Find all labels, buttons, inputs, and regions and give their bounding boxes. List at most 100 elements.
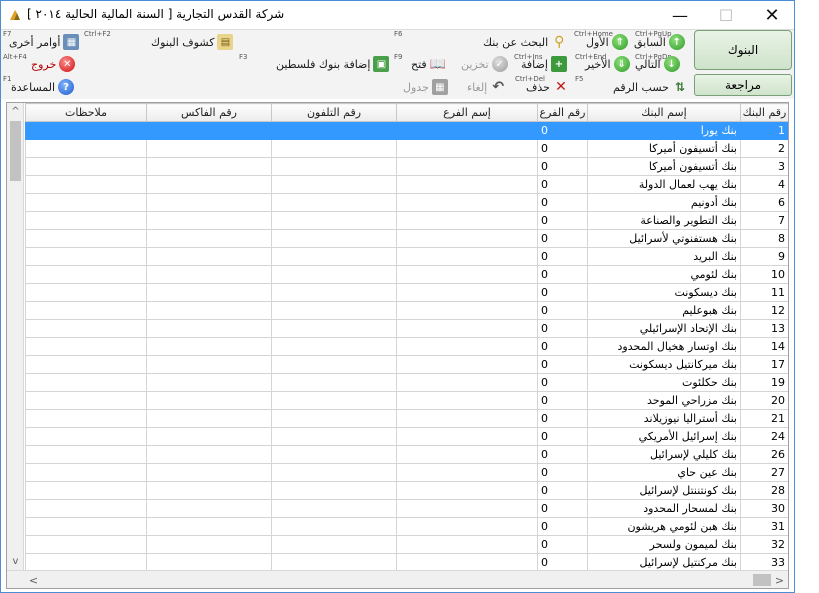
notes-cell[interactable] [25, 463, 147, 482]
notes-cell[interactable] [25, 553, 147, 572]
fax-cell[interactable] [146, 157, 272, 176]
bank-name-cell[interactable]: بنك هستفنوتي لأسرائيل [587, 229, 741, 248]
fax-cell[interactable] [146, 391, 272, 410]
maximize-button[interactable]: ☐ [703, 1, 749, 29]
horizontal-scrollbar[interactable]: < > [7, 570, 788, 588]
branch-name-cell[interactable] [396, 301, 538, 320]
bank-name-cell[interactable]: بنك هبن لئومي هريشون [587, 517, 741, 536]
bank-number-cell[interactable]: 7 [740, 211, 788, 230]
branch-name-cell[interactable] [396, 409, 538, 428]
bank-number-cell[interactable]: 10 [740, 265, 788, 284]
notes-cell[interactable] [25, 139, 147, 158]
fax-cell[interactable] [146, 337, 272, 356]
add-palestine-banks-button[interactable]: ▣ إضافة بنوك فلسطين [276, 54, 390, 74]
branch-name-cell[interactable] [396, 445, 538, 464]
phone-cell[interactable] [271, 391, 397, 410]
branch-number-cell[interactable]: 0 [537, 247, 588, 266]
branch-name-cell[interactable] [396, 535, 538, 554]
branch-name-cell[interactable] [396, 391, 538, 410]
branch-number-cell[interactable]: 0 [537, 211, 588, 230]
vertical-scroll-thumb[interactable] [10, 121, 21, 181]
table-row[interactable]: 27 بنك عين حاي 0 [25, 463, 788, 482]
bank-number-cell[interactable]: 13 [740, 319, 788, 338]
fax-cell[interactable] [146, 175, 272, 194]
notes-cell[interactable] [25, 517, 147, 536]
branch-name-cell[interactable] [396, 481, 538, 500]
branch-number-cell[interactable]: 0 [537, 535, 588, 554]
table-row[interactable]: 31 بنك هبن لئومي هريشون 0 [25, 517, 788, 536]
bank-number-cell[interactable]: 14 [740, 337, 788, 356]
phone-cell[interactable] [271, 355, 397, 374]
branch-name-cell[interactable] [396, 463, 538, 482]
table-row[interactable]: 2 بنك أتسيفون أميركا 0 [25, 139, 788, 158]
table-row[interactable]: 6 بنك أدونيم 0 [25, 193, 788, 212]
table-row[interactable]: 30 بنك لمسحار المحدود 0 [25, 499, 788, 518]
delete-button[interactable]: ✕ حذف [526, 77, 569, 97]
branch-name-cell[interactable] [396, 553, 538, 572]
branch-name-cell[interactable] [396, 265, 538, 284]
col-bank-number-header[interactable]: رقم البنك [740, 103, 788, 122]
table-button[interactable]: ▦ جدول [403, 77, 448, 97]
branch-number-cell[interactable]: 0 [537, 283, 588, 302]
notes-cell[interactable] [25, 121, 147, 140]
notes-cell[interactable] [25, 265, 147, 284]
phone-cell[interactable] [271, 319, 397, 338]
fax-cell[interactable] [146, 229, 272, 248]
notes-cell[interactable] [25, 193, 147, 212]
bank-name-cell[interactable]: بنك يهب لعمال الدولة [587, 175, 741, 194]
cancel-button[interactable]: ↶ إلغاء [467, 77, 506, 97]
help-button[interactable]: ? المساعدة [11, 77, 75, 97]
bank-number-cell[interactable]: 24 [740, 427, 788, 446]
table-row[interactable]: 9 بنك البريد 0 [25, 247, 788, 266]
branch-number-cell[interactable]: 0 [537, 481, 588, 500]
bank-number-cell[interactable]: 28 [740, 481, 788, 500]
bank-name-cell[interactable]: بنك أستراليا نيوزيلاند [587, 409, 741, 428]
branch-number-cell[interactable]: 0 [537, 337, 588, 356]
phone-cell[interactable] [271, 535, 397, 554]
bank-number-cell[interactable]: 32 [740, 535, 788, 554]
bank-name-cell[interactable]: بنك أتسيفون أميركا [587, 139, 741, 158]
table-row[interactable]: 21 بنك أستراليا نيوزيلاند 0 [25, 409, 788, 428]
table-row[interactable]: 19 بنك حكلئوت 0 [25, 373, 788, 392]
notes-cell[interactable] [25, 355, 147, 374]
branch-number-cell[interactable]: 0 [537, 175, 588, 194]
notes-cell[interactable] [25, 391, 147, 410]
notes-cell[interactable] [25, 337, 147, 356]
table-row[interactable]: 26 بنك كليلي لإسرائيل 0 [25, 445, 788, 464]
bank-number-cell[interactable]: 3 [740, 157, 788, 176]
branch-number-cell[interactable]: 0 [537, 229, 588, 248]
branch-number-cell[interactable]: 0 [537, 409, 588, 428]
other-orders-button[interactable]: ▦ أوامر أخرى [9, 32, 80, 52]
scroll-left-icon[interactable]: < [25, 571, 42, 588]
branch-number-cell[interactable]: 0 [537, 301, 588, 320]
phone-cell[interactable] [271, 229, 397, 248]
branch-number-cell[interactable]: 0 [537, 463, 588, 482]
fax-cell[interactable] [146, 265, 272, 284]
bank-name-cell[interactable]: بنك مركنتيل لإسرائيل [587, 553, 741, 572]
branch-name-cell[interactable] [396, 121, 538, 140]
vertical-scrollbar[interactable]: ^ v [7, 103, 24, 570]
branch-name-cell[interactable] [396, 355, 538, 374]
bank-name-cell[interactable]: بنك اوتسار هخيال المحدود [587, 337, 741, 356]
bank-name-cell[interactable]: بنك لمسحار المحدود [587, 499, 741, 518]
exit-button[interactable]: ✕ خروج [31, 54, 76, 74]
fax-cell[interactable] [146, 355, 272, 374]
phone-cell[interactable] [271, 301, 397, 320]
table-row[interactable]: 20 بنك مزراحي الموحد 0 [25, 391, 788, 410]
phone-cell[interactable] [271, 175, 397, 194]
branch-number-cell[interactable]: 0 [537, 139, 588, 158]
bank-number-cell[interactable]: 31 [740, 517, 788, 536]
bank-name-cell[interactable]: بنك الإتحاد الإسرائيلي [587, 319, 741, 338]
table-row[interactable]: 13 بنك الإتحاد الإسرائيلي 0 [25, 319, 788, 338]
branch-name-cell[interactable] [396, 229, 538, 248]
phone-cell[interactable] [271, 373, 397, 392]
bank-name-cell[interactable]: بنك يورا [587, 121, 741, 140]
branch-number-cell[interactable]: 0 [537, 319, 588, 338]
notes-cell[interactable] [25, 535, 147, 554]
branch-name-cell[interactable] [396, 193, 538, 212]
col-branch-name-header[interactable]: إسم الفرع [396, 103, 538, 122]
fax-cell[interactable] [146, 445, 272, 464]
phone-cell[interactable] [271, 265, 397, 284]
last-record-button[interactable]: ⇓ الأخير [585, 54, 630, 74]
open-button[interactable]: 📖 فتح [411, 54, 446, 74]
